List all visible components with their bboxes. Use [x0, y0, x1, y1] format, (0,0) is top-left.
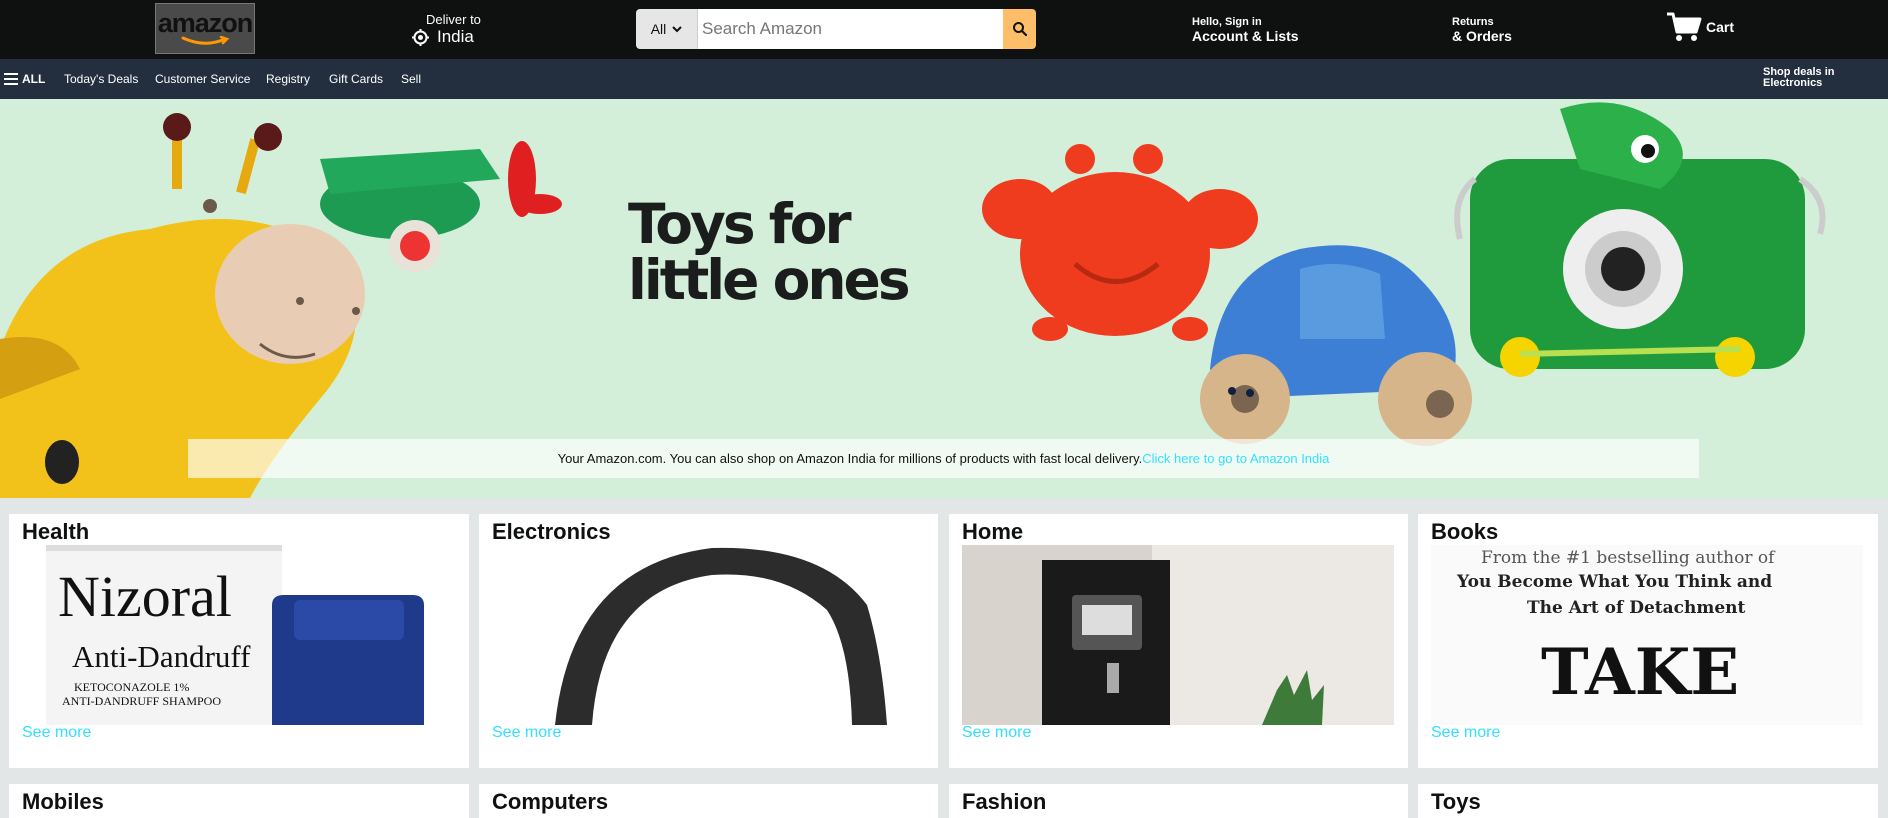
- books-product-image[interactable]: From the #1 bestselling author of You Be…: [1431, 545, 1863, 725]
- hero-title: Toys for little ones: [628, 192, 911, 312]
- see-more-link[interactable]: See more: [492, 724, 561, 742]
- orders-label: & Orders: [1452, 28, 1512, 44]
- card-title: Books: [1431, 519, 1499, 544]
- deliver-location: India: [437, 27, 474, 46]
- health-detail-text: KETOCONAZOLE 1%: [74, 680, 190, 694]
- health-detail-text-2: ANTI-DANDRUFF SHAMPOO: [62, 694, 222, 708]
- search-input[interactable]: [698, 9, 1003, 49]
- all-menu-button[interactable]: ALL: [4, 72, 45, 86]
- cart-label: Cart: [1706, 19, 1735, 35]
- account-label: Account & Lists: [1192, 28, 1299, 44]
- card-health: Health Nizoral Anti-Dandruff KETOCONAZOL…: [9, 514, 469, 768]
- card-home: Home See more: [949, 514, 1408, 768]
- location-icon: [412, 28, 429, 46]
- nav-todays-deals[interactable]: Today's Deals: [64, 72, 138, 86]
- all-menu-label: ALL: [22, 72, 46, 86]
- search-bar: All: [636, 9, 1036, 49]
- deliver-to[interactable]: Deliver to India: [412, 13, 481, 47]
- top-nav: amazon Deliver to India All Search Amazo…: [0, 0, 1888, 59]
- hero-title-line2: little ones: [628, 248, 911, 312]
- card-fashion: Fashion: [949, 784, 1408, 818]
- home-product-image[interactable]: [962, 545, 1394, 725]
- returns-orders[interactable]: Returns & Orders: [1452, 16, 1512, 44]
- cart-button[interactable]: Cart: [1666, 11, 1734, 43]
- crab-toy: [982, 144, 1258, 341]
- health-product-image[interactable]: Nizoral Anti-Dandruff KETOCONAZOLE 1% AN…: [22, 545, 454, 725]
- health-subtitle-text: Anti-Dandruff: [72, 639, 251, 674]
- logo-smile-icon: [181, 35, 230, 45]
- account-greeting: Hello, Sign in: [1192, 16, 1262, 28]
- card-electronics: Electronics See more: [479, 514, 938, 768]
- book-title: TAKE: [1541, 635, 1740, 710]
- search-category-select[interactable]: All: [636, 9, 698, 49]
- hero-banner[interactable]: Toys for little ones Your Amazon.com. Yo…: [0, 99, 1888, 498]
- card-computers: Computers: [479, 784, 938, 818]
- card-title: Health: [22, 519, 90, 544]
- account-lists[interactable]: Hello, Sign in Account & Lists: [1192, 16, 1299, 44]
- deliver-label: Deliver to: [426, 12, 481, 27]
- card-mobiles: Mobiles: [9, 784, 469, 818]
- see-more-link[interactable]: See more: [1431, 724, 1500, 742]
- book-tagline: From the #1 bestselling author of: [1481, 548, 1775, 568]
- book-subtitle-2: The Art of Detachment: [1527, 598, 1746, 618]
- see-more-link[interactable]: See more: [962, 724, 1031, 742]
- health-brand-text: Nizoral: [58, 564, 232, 629]
- card-title: Toys: [1431, 789, 1481, 814]
- card-toys: Toys: [1418, 784, 1878, 818]
- coffee-machine-image: [962, 545, 1394, 725]
- nav-gift-cards[interactable]: Gift Cards: [329, 72, 383, 86]
- notice-text: Your Amazon.com. You can also shop on Am…: [557, 451, 1143, 466]
- search-category-label: All: [650, 21, 667, 37]
- cart-icon: [1667, 12, 1702, 41]
- hamburger-icon: [4, 73, 18, 85]
- nav-sell[interactable]: Sell: [401, 72, 421, 86]
- amazon-logo[interactable]: amazon: [155, 3, 255, 54]
- chevron-down-icon: [672, 25, 682, 32]
- search-button[interactable]: [1003, 9, 1036, 49]
- logo-text: amazon: [157, 7, 254, 38]
- card-title: Fashion: [962, 789, 1047, 814]
- dino-camera-toy: [1454, 102, 1826, 377]
- airplane-toy: [320, 141, 562, 272]
- card-title: Electronics: [492, 519, 611, 544]
- card-title: Mobiles: [22, 789, 104, 814]
- car-toy: [1200, 245, 1472, 446]
- amazon-india-link[interactable]: Click here to go to Amazon India: [1142, 451, 1329, 466]
- nav-customer-service[interactable]: Customer Service: [155, 72, 250, 86]
- hero-title-line1: Toys for: [628, 192, 852, 256]
- electronics-product-image[interactable]: [492, 545, 924, 725]
- search-icon: [1012, 22, 1027, 37]
- card-books: Books From the #1 bestselling author of …: [1418, 514, 1878, 768]
- card-title: Computers: [492, 789, 609, 814]
- see-more-link[interactable]: See more: [22, 724, 91, 742]
- india-notice-banner: Your Amazon.com. You can also shop on Am…: [188, 439, 1699, 478]
- headphones-image: [492, 545, 924, 725]
- nav-registry[interactable]: Registry: [266, 72, 310, 86]
- book-subtitle: You Become What You Think and: [1457, 572, 1773, 592]
- card-title: Home: [962, 519, 1024, 544]
- shop-deals-electronics[interactable]: Shop deals in Electronics: [1763, 67, 1863, 89]
- sub-nav: ALL Today's Deals Customer Service Regis…: [0, 59, 1888, 99]
- returns-label: Returns: [1452, 16, 1494, 28]
